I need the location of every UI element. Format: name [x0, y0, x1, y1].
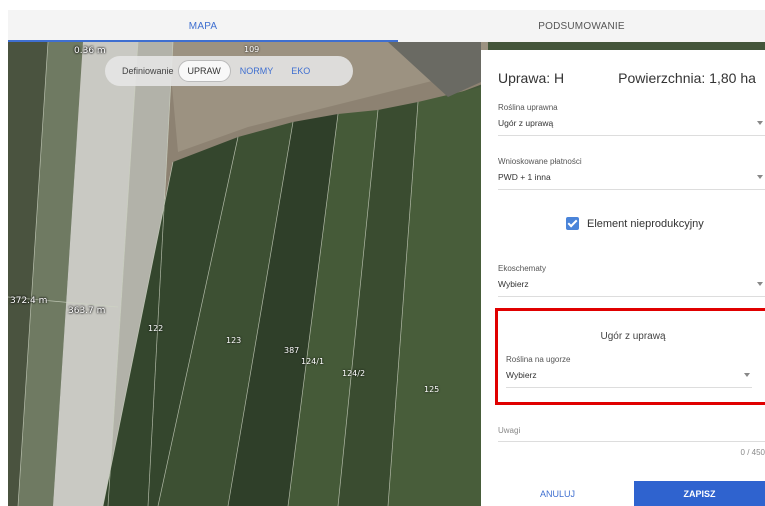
- parcel-label: 125: [424, 385, 440, 394]
- notes-field[interactable]: Uwagi: [498, 426, 765, 442]
- parcel-label: 387: [284, 346, 300, 355]
- crop-select-label: Roślina uprawna: [498, 103, 558, 112]
- save-button[interactable]: ZAPISZ: [634, 481, 765, 506]
- definition-mode-label: Definiowanie: [122, 66, 174, 76]
- panel-header: Uprawa: H Powierzchnia: 1,80 ha: [498, 70, 765, 86]
- definition-mode-toggle: Definiowanie UPRAW NORMY EKO: [105, 56, 353, 86]
- crop-select[interactable]: Roślina uprawna Ugór z uprawą: [498, 103, 765, 136]
- tab-summary[interactable]: PODSUMOWANIE: [398, 10, 765, 42]
- mode-normy-button[interactable]: NORMY: [231, 61, 283, 81]
- notes-char-counter: 0 / 450: [740, 448, 765, 457]
- fallow-plant-value: Wybierz: [506, 370, 537, 380]
- top-tab-bar: MAPA PODSUMOWANIE: [8, 10, 765, 42]
- measure-label: 0.36 m: [74, 46, 106, 56]
- chevron-down-icon: [757, 121, 763, 125]
- crop-details-panel: Uprawa: H Powierzchnia: 1,80 ha Roślina …: [481, 50, 765, 506]
- ecoschemes-select[interactable]: Ekoschematy Wybierz: [498, 264, 765, 297]
- fallow-title: Ugór z uprawą: [600, 331, 666, 342]
- measure-label: 363.7 m: [68, 306, 106, 316]
- fallow-section: Ugór z uprawą Roślina na ugorze Wybierz: [495, 308, 765, 405]
- mode-eko-button[interactable]: EKO: [282, 61, 319, 81]
- fallow-plant-select[interactable]: Roślina na ugorze Wybierz: [506, 355, 752, 388]
- parcel-label: 124/1: [301, 357, 325, 366]
- payments-select[interactable]: Wnioskowane płatności PWD + 1 inna: [498, 157, 765, 190]
- crop-select-value: Ugór z uprawą: [498, 118, 554, 128]
- parcel-label: 123: [226, 336, 242, 345]
- payments-select-value: PWD + 1 inna: [498, 172, 551, 182]
- crop-title: Uprawa: H: [498, 70, 565, 86]
- mode-upraw-button[interactable]: UPRAW: [177, 60, 231, 82]
- measure-label: 372.4 m: [10, 296, 48, 306]
- chevron-down-icon: [757, 282, 763, 286]
- checkbox-checked-icon[interactable]: [566, 217, 579, 230]
- chevron-down-icon: [757, 175, 763, 179]
- nonproductive-label: Element nieprodukcyjny: [587, 217, 704, 230]
- parcel-label: 124/2: [342, 369, 366, 378]
- ecoschemes-select-label: Ekoschematy: [498, 264, 547, 273]
- area-value: Powierzchnia: 1,80 ha: [618, 70, 756, 86]
- fallow-plant-label: Roślina na ugorze: [506, 355, 571, 364]
- ecoschemes-select-value: Wybierz: [498, 279, 529, 289]
- payments-select-label: Wnioskowane płatności: [498, 157, 582, 166]
- cancel-button[interactable]: ANULUJ: [481, 481, 634, 506]
- tab-map[interactable]: MAPA: [8, 10, 398, 42]
- parcel-label: 109: [244, 45, 260, 54]
- nonproductive-checkbox-row[interactable]: Element nieprodukcyjny: [566, 217, 704, 230]
- panel-actions: ANULUJ ZAPISZ: [481, 481, 765, 506]
- parcel-label: 122: [148, 324, 164, 333]
- chevron-down-icon: [744, 373, 750, 377]
